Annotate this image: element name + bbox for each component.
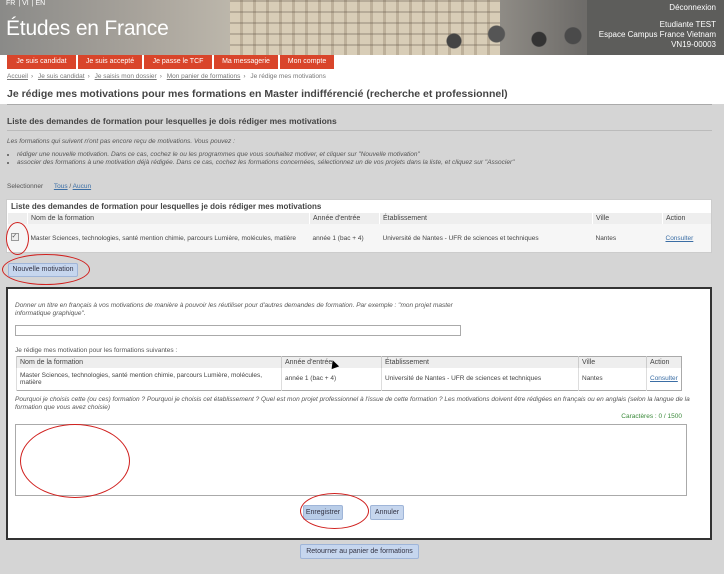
- save-button[interactable]: Enregistrer: [303, 505, 343, 520]
- breadcrumb-candidat[interactable]: Je suis candidat: [38, 73, 85, 80]
- formation-table: Nom de la formation Année d'entrée Établ…: [7, 213, 711, 252]
- header-action: Action: [646, 356, 682, 368]
- table-header: Nom de la formation Année d'entrée Établ…: [16, 356, 682, 368]
- back-to-basket-button[interactable]: Retourner au panier de formations: [300, 544, 419, 559]
- menu-ma-messagerie[interactable]: Ma messagerie: [214, 55, 278, 69]
- breadcrumb: Accueil › Je suis candidat › Je saisis mon…: [7, 73, 326, 80]
- formation-list: Liste des demandes de formation pour les…: [6, 199, 712, 253]
- row-checkbox-cell: [8, 224, 28, 252]
- row-school: Université de Nantes - UFR de sciences e…: [382, 234, 539, 242]
- banner-students: [420, 20, 590, 55]
- row-checkbox[interactable]: [10, 232, 19, 241]
- row-city: Nantes: [595, 234, 617, 242]
- header-school: Établissement: [379, 213, 593, 224]
- motivation-title-input[interactable]: [15, 325, 461, 336]
- user-panel: Déconnexion Etudiante TEST Espace Campus…: [587, 0, 724, 55]
- menu-je-suis-accepte[interactable]: Je suis accepté: [78, 55, 142, 69]
- consult-link[interactable]: Consulter: [666, 235, 694, 242]
- row-school: Université de Nantes - UFR de sciences e…: [381, 368, 579, 390]
- selected-formation-table: Nom de la formation Année d'entrée Établ…: [16, 356, 682, 391]
- site-title: Études en France: [6, 17, 169, 40]
- motivation-textarea[interactable]: [15, 424, 687, 496]
- user-name: Etudiante TEST: [659, 20, 716, 29]
- select-row: Selectionner Tous / Aucun: [7, 183, 92, 190]
- breadcrumb-current: Je rédige mes motivations: [250, 73, 326, 80]
- menu-mon-compte[interactable]: Mon compte: [280, 55, 334, 69]
- row-year: année 1 (bac + 4): [281, 368, 382, 390]
- table-header: Nom de la formation Année d'entrée Établ…: [7, 213, 711, 224]
- menu-je-suis-candidat[interactable]: Je suis candidat: [7, 55, 76, 69]
- header-city: Ville: [592, 213, 663, 224]
- page-title: Je rédige mes motivations pour mes forma…: [7, 88, 508, 100]
- motivation-questions: Pourquoi je choisis cette (ou ces) forma…: [15, 396, 690, 411]
- select-none-link[interactable]: Aucun: [73, 183, 91, 190]
- lang-fr[interactable]: FR: [6, 0, 15, 7]
- intro-item-associate: associer des formations à une motivation…: [17, 159, 514, 168]
- breadcrumb-accueil[interactable]: Accueil: [7, 73, 28, 80]
- section-title: Liste des demandes de formation pour les…: [7, 116, 337, 126]
- intro-text: Les formations qui suivent n'ont pas enc…: [7, 138, 514, 168]
- cancel-button[interactable]: Annuler: [370, 505, 404, 520]
- lang-en[interactable]: EN: [36, 0, 46, 7]
- header-name: Nom de la formation: [27, 213, 310, 224]
- table-row: Master Sciences, technologies, santé men…: [7, 224, 712, 252]
- consult-link[interactable]: Consulter: [650, 375, 678, 382]
- user-space: Espace Campus France Vietnam: [598, 30, 716, 39]
- list-caption: Liste des demandes de formation pour les…: [11, 202, 322, 211]
- row-name: Master Sciences, technologies, santé men…: [30, 234, 297, 242]
- select-all-link[interactable]: Tous: [54, 183, 68, 190]
- header-year: Année d'entrée: [309, 213, 380, 224]
- character-counter: Caractères : 0 / 1500: [621, 413, 682, 420]
- row-year: année 1 (bac + 4): [312, 234, 364, 242]
- header-school: Établissement: [381, 356, 579, 368]
- section-divider: [7, 130, 712, 131]
- breadcrumb-dossier[interactable]: Je saisis mon dossier: [95, 73, 157, 80]
- logout-link[interactable]: Déconnexion: [669, 3, 716, 12]
- intro-item-new: rédiger une nouvelle motivation. Dans ce…: [17, 151, 514, 160]
- table-row: Master Sciences, technologies, santé men…: [16, 368, 682, 390]
- motivation-form: Donner un titre en français à vos motiva…: [6, 287, 712, 540]
- new-motivation-button[interactable]: Nouvelle motivation: [8, 263, 78, 277]
- lang-vi[interactable]: VI: [22, 0, 29, 7]
- menu-je-passe-le-tcf[interactable]: Je passe le TCF: [144, 55, 212, 69]
- row-action-cell: Consulter: [663, 224, 712, 252]
- title-instruction: Donner un titre en français à vos motiva…: [15, 302, 453, 317]
- header-action: Action: [662, 213, 711, 224]
- main-menu: Je suis candidat Je suis accepté Je pass…: [0, 55, 724, 69]
- header-city: Ville: [578, 356, 647, 368]
- header-banner: FR | VI | EN Études en France Déconnexion …: [0, 0, 724, 55]
- user-id: VN19-00003: [671, 40, 716, 49]
- breadcrumb-panier[interactable]: Mon panier de formations: [167, 73, 241, 80]
- formations-label: Je rédige mes motivation pour les format…: [15, 347, 178, 354]
- row-name: Master Sciences, technologies, santé men…: [16, 368, 282, 390]
- language-switcher: FR | VI | EN: [6, 0, 46, 7]
- row-city: Nantes: [578, 368, 647, 390]
- divider: [7, 104, 712, 105]
- header-name: Nom de la formation: [16, 356, 282, 368]
- row-action-cell: Consulter: [646, 368, 682, 390]
- header-check: [7, 213, 28, 224]
- select-label: Selectionner: [7, 183, 44, 190]
- intro-lead: Les formations qui suivent n'ont pas enc…: [7, 138, 235, 145]
